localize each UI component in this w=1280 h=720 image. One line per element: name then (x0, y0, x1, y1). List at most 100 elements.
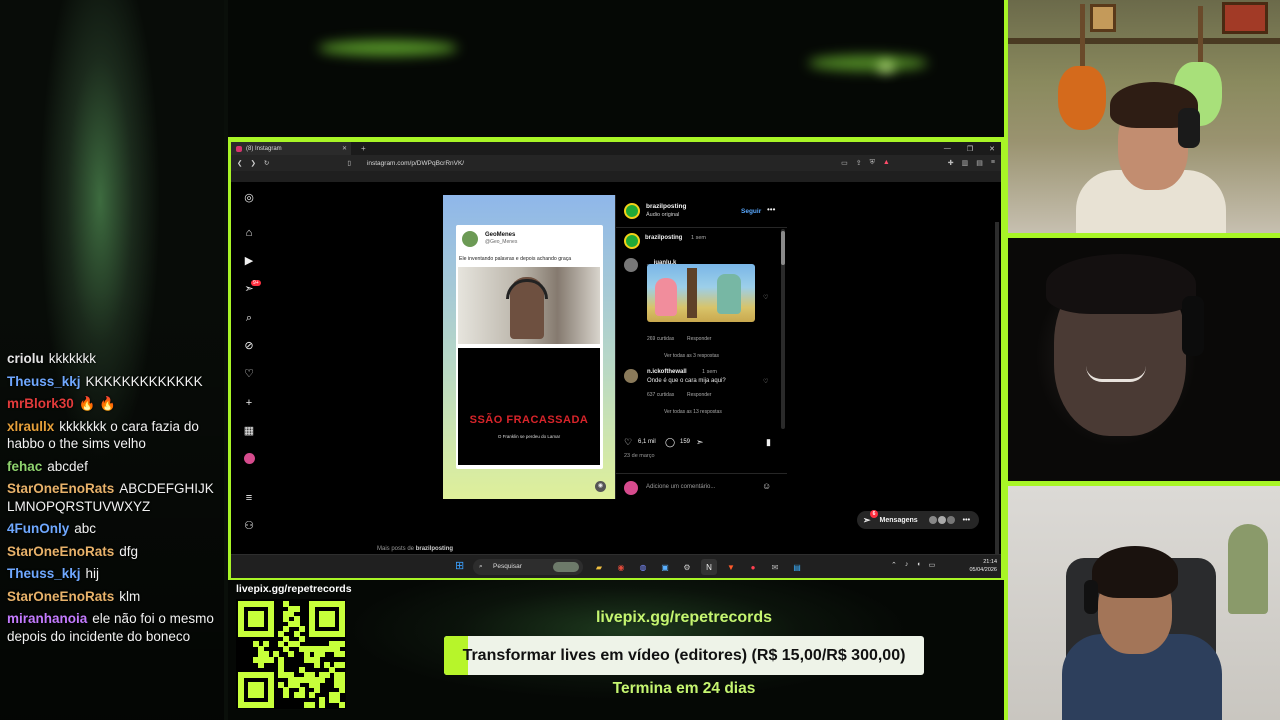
chat-username[interactable]: Theuss_kkj (7, 374, 81, 389)
new-tab-button[interactable]: + (361, 144, 366, 153)
chat-message: Theuss_kkj KKKKKKKKKKKKK (7, 373, 219, 391)
mute-icon[interactable]: ◉ (595, 481, 606, 492)
home-icon[interactable]: ⌂ (243, 227, 255, 239)
search-icon[interactable]: ⌕ (243, 312, 255, 324)
close-window-button[interactable]: ✕ (989, 145, 995, 153)
webcam-border (1004, 0, 1008, 720)
share-icon[interactable]: ⇪ (856, 159, 862, 167)
shield-icon[interactable]: ⛨ (870, 159, 875, 167)
comment-icon[interactable]: ◯ (665, 437, 675, 448)
recorder-icon[interactable]: ● (745, 559, 761, 575)
extensions-icon[interactable]: ✚ (948, 159, 954, 167)
comment-input[interactable]: Adicione um comentário... (646, 484, 715, 490)
taskbar-search[interactable]: ⌕ Pesquisar (473, 559, 583, 575)
windows-start-icon[interactable]: ⊞ (455, 561, 466, 572)
comment-like-icon[interactable]: ♡ (763, 378, 768, 385)
brave-icon[interactable]: ▼ (723, 559, 739, 575)
messages-button[interactable]: ➣ 6 Mensagens ••• (857, 510, 979, 529)
close-tab-icon[interactable]: ✕ (342, 145, 347, 152)
wallet-icon[interactable]: ▤ (976, 159, 983, 167)
chat-message: mrBlork30 🔥 🔥 (7, 395, 219, 413)
instagram-logo-icon[interactable]: ◎ (243, 192, 255, 204)
reels-icon[interactable]: ▶ (243, 255, 255, 267)
view-replies[interactable]: Ver todas as 13 respostas (664, 409, 722, 415)
instagram-sidebar: ◎ ⌂ ▶ ➣ 9+ ⌕ ⊘ ♡ + ▦ ≡ ⚇ (231, 182, 267, 554)
tray-overflow-icon[interactable]: ⌃ (891, 561, 897, 569)
emoji-icon[interactable]: ☺ (762, 481, 771, 491)
comment-user[interactable]: n.ickofthewall (647, 369, 687, 375)
chat-username[interactable]: criolu (7, 351, 44, 366)
taskbar-clock[interactable]: 21:14 05/04/2026 (963, 558, 997, 574)
qr-code[interactable] (236, 599, 346, 709)
chat-username[interactable]: StarOneEnoRats (7, 544, 114, 559)
reload-icon[interactable]: ↻ (264, 159, 269, 167)
post-media[interactable]: GeoMenes @Geo_Menes Ele inventando palav… (443, 195, 615, 499)
screen-icon[interactable]: ▭ (841, 159, 848, 167)
back-icon[interactable]: ❮ (237, 159, 242, 167)
notion-icon[interactable]: N (701, 559, 717, 575)
microphone-icon[interactable]: ♪ (905, 561, 909, 569)
chat-username[interactable]: StarOneEnoRats (7, 589, 114, 604)
comment-avatar[interactable] (624, 369, 638, 383)
profile-avatar[interactable] (243, 453, 255, 465)
caption-avatar[interactable] (624, 233, 640, 249)
qr-module (338, 661, 345, 668)
qr-label: livepix.gg/repetrecords (236, 583, 352, 595)
save-icon[interactable]: ▮ (766, 437, 771, 448)
qr-module (338, 631, 345, 638)
settings-icon[interactable]: ⚙ (679, 559, 695, 575)
discord-icon[interactable]: ◍ (635, 559, 651, 575)
audio-label[interactable]: Áudio original (646, 212, 679, 218)
url-field[interactable]: instagram.com/p/DWPqBcrRnVK/ (367, 160, 464, 167)
forward-icon[interactable]: ❯ (250, 159, 255, 167)
menu-icon[interactable]: ≡ (991, 159, 995, 167)
notepad-icon[interactable]: ▤ (789, 559, 805, 575)
qr-module (313, 661, 320, 668)
comment-image[interactable] (647, 264, 755, 322)
file-explorer-icon[interactable]: ▰ (591, 559, 607, 575)
scroll-thumb[interactable] (781, 231, 785, 265)
comment-like-icon[interactable]: ♡ (763, 294, 768, 301)
chat-username[interactable]: xlraullx (7, 419, 54, 434)
maximize-button[interactable]: ❐ (967, 145, 973, 153)
reply-button[interactable]: Responder (687, 336, 711, 342)
chat-username[interactable]: mrBlork30 (7, 396, 74, 411)
view-replies[interactable]: Ver todas as 3 respostas (664, 353, 719, 359)
bookmark-icon[interactable]: ▯ (347, 159, 351, 167)
explore-icon[interactable]: ⊘ (243, 340, 255, 352)
share-post-icon[interactable]: ➣ (696, 437, 704, 448)
qr-module (328, 621, 335, 628)
follow-button[interactable]: Seguir (741, 208, 761, 215)
heart-icon[interactable]: ♡ (243, 368, 255, 380)
more-posts-user[interactable]: brazilposting (416, 546, 453, 552)
store-icon[interactable]: ▣ (657, 559, 673, 575)
more-options-icon[interactable]: ••• (767, 205, 775, 214)
create-icon[interactable]: + (243, 397, 255, 409)
chat-username[interactable]: StarOneEnoRats (7, 481, 114, 496)
chat-username[interactable]: Theuss_kkj (7, 566, 81, 581)
chat-username[interactable]: miranhanoia (7, 611, 87, 626)
network-icon[interactable]: ▭ (929, 561, 936, 569)
minimize-button[interactable]: — (944, 145, 951, 153)
caption-user[interactable]: brazilposting (645, 235, 682, 241)
like-icon[interactable]: ♡ (624, 437, 632, 448)
volume-icon[interactable]: ◖ (916, 561, 920, 569)
reply-button[interactable]: Responder (687, 392, 711, 398)
chat-username[interactable]: 4FunOnly (7, 521, 69, 536)
mail-icon[interactable]: ✉ (767, 559, 783, 575)
sidebar-icon[interactable]: ▥ (962, 159, 969, 167)
browser-tab[interactable]: (8) Instagram ✕ (231, 142, 351, 155)
more-menu-icon[interactable]: ≡ (243, 492, 255, 504)
comments-scrollbar[interactable] (781, 229, 785, 429)
account-avatar[interactable] (624, 203, 640, 219)
account-name[interactable]: brazilposting (646, 203, 686, 210)
comment-avatar[interactable] (624, 258, 638, 272)
chat-username[interactable]: fehac (7, 459, 42, 474)
also-from-meta-icon[interactable]: ⚇ (243, 520, 255, 532)
chat-log: criolu kkkkkkk Theuss_kkj KKKKKKKKKKKKK mrBl… (7, 350, 219, 650)
dashboard-icon[interactable]: ▦ (243, 425, 255, 437)
page-scrollbar[interactable] (995, 222, 999, 578)
rewards-icon[interactable]: ▲ (883, 159, 890, 167)
chrome-icon[interactable]: ◉ (613, 559, 629, 575)
video-subtitle: O Franklin se perdeu do Lamar (497, 434, 561, 439)
